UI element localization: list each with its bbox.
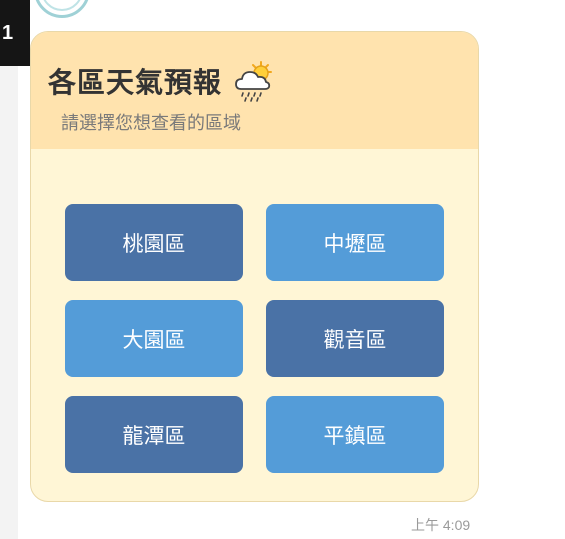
sun-rain-cloud-icon [232, 59, 276, 103]
chat-view: 1 各區天氣預報 請選擇您想查看的區域 桃園區 中壢區 大園區 觀音區 龍潭區 … [0, 0, 565, 539]
district-button-dayuan[interactable]: 大園區 [65, 300, 243, 377]
avatar-logo-icon [43, 0, 81, 11]
card-header: 各區天氣預報 請選擇您想查看的區域 [31, 32, 478, 149]
district-button-guanyin[interactable]: 觀音區 [266, 300, 444, 377]
left-sidebar-edge [0, 0, 18, 539]
message-timestamp: 上午 4:09 [411, 517, 471, 533]
district-button-grid: 桃園區 中壢區 大園區 觀音區 龍潭區 平鎮區 [65, 204, 445, 474]
card-subtitle: 請選擇您想查看的區域 [61, 113, 241, 134]
district-button-pingzhen[interactable]: 平鎮區 [266, 396, 444, 473]
weather-card: 各區天氣預報 請選擇您想查看的區域 桃園區 中壢區 大園區 觀音區 龍潭區 平鎮… [30, 31, 479, 502]
title-row: 各區天氣預報 [48, 59, 276, 103]
district-button-zhongli[interactable]: 中壢區 [266, 204, 444, 281]
district-button-taoyuan[interactable]: 桃園區 [65, 204, 243, 281]
district-button-longtan[interactable]: 龍潭區 [65, 396, 243, 473]
bot-avatar[interactable] [34, 0, 90, 18]
card-title: 各區天氣預報 [48, 66, 223, 99]
left-sidebar-label: 1 [0, 0, 30, 66]
